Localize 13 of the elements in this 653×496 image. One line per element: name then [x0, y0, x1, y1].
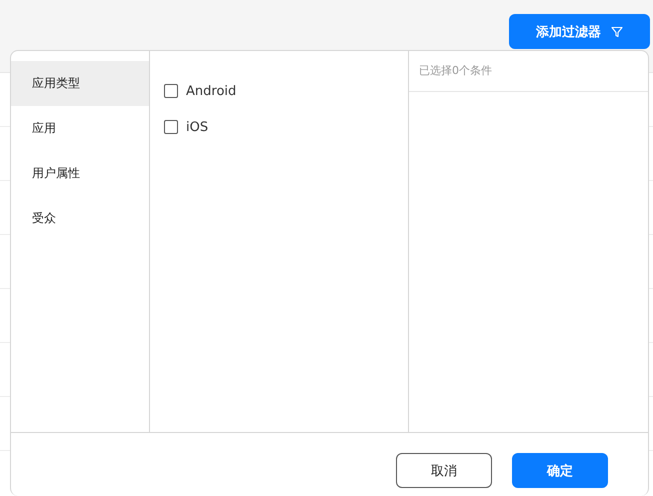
- confirm-button[interactable]: 确定: [512, 453, 608, 488]
- checkbox[interactable]: [164, 120, 178, 134]
- filter-icon: [611, 26, 623, 38]
- category-item[interactable]: 应用类型: [11, 61, 149, 106]
- add-filter-button[interactable]: 添加过滤器: [509, 14, 650, 49]
- option-label[interactable]: Android: [186, 84, 236, 98]
- category-item[interactable]: 应用: [11, 106, 149, 151]
- checkbox[interactable]: [164, 84, 178, 98]
- category-item[interactable]: 用户属性: [11, 151, 149, 196]
- cancel-button[interactable]: 取消: [396, 453, 492, 488]
- option-label[interactable]: iOS: [186, 120, 208, 134]
- category-item[interactable]: 受众: [11, 196, 149, 241]
- selected-count-text: 已选择0个条件: [409, 51, 648, 92]
